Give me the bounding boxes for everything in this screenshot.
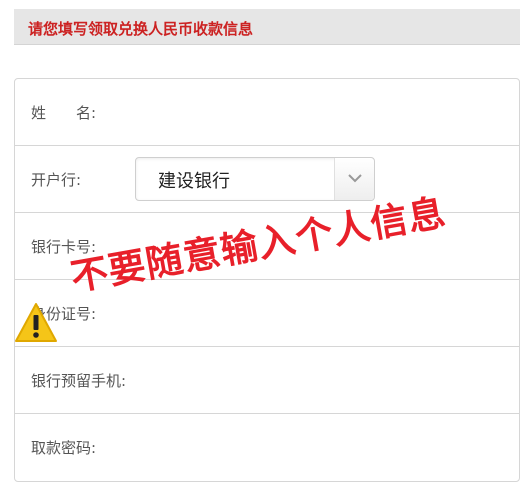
chevron-down-icon	[348, 174, 362, 183]
notice-text: 请您填写领取兑换人民币收款信息	[28, 20, 254, 38]
bank-select-value: 建设银行	[158, 171, 230, 192]
phone-input[interactable]	[150, 369, 386, 387]
bank-label: 开户行:	[31, 171, 82, 189]
phone-label: 银行预留手机:	[31, 372, 127, 390]
warning-triangle-icon	[15, 303, 57, 342]
form-row-phone: 银行预留手机:	[15, 347, 519, 414]
id-number-input[interactable]	[150, 302, 386, 320]
password-input[interactable]	[150, 436, 386, 454]
name-input[interactable]	[150, 101, 386, 119]
password-label: 取款密码:	[31, 439, 97, 457]
form-row-name: 姓 名:	[15, 79, 519, 146]
bank-select[interactable]: 建设银行	[135, 157, 375, 201]
name-label: 姓 名:	[31, 104, 97, 122]
notice-bar: 请您填写领取兑换人民币收款信息	[14, 9, 520, 45]
form-row-password: 取款密码:	[15, 414, 519, 481]
